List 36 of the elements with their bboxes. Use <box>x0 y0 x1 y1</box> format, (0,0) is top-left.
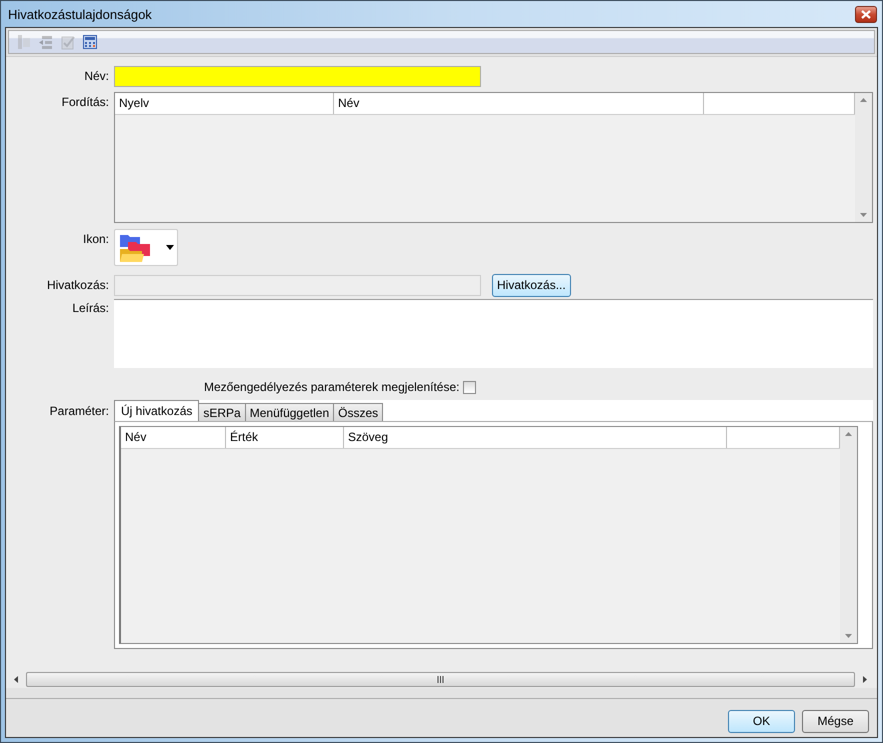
link-label: Hivatkozás: <box>46 278 110 292</box>
scroll-right-icon[interactable] <box>863 676 867 683</box>
scroll-down-icon[interactable] <box>860 213 867 217</box>
tab[interactable]: Összes <box>333 403 384 421</box>
column-header[interactable]: Érték <box>226 427 344 448</box>
column-header[interactable]: Szöveg <box>344 427 727 448</box>
cancel-button[interactable]: Mégse <box>802 710 869 732</box>
tab[interactable]: Menüfüggetlen <box>244 403 334 421</box>
vertical-scrollbar[interactable] <box>855 93 872 222</box>
description-label: Leírás: <box>71 300 110 315</box>
column-header[interactable]: Név <box>334 93 704 114</box>
column-header[interactable]: Név <box>121 427 226 448</box>
caret-icon <box>166 245 174 250</box>
column-header[interactable]: Nyelv <box>115 93 334 114</box>
close-icon <box>861 10 871 18</box>
tab[interactable]: sERPa <box>198 403 246 421</box>
parameter-label: Paraméter: <box>48 403 110 418</box>
icon-dropdown[interactable] <box>114 229 178 266</box>
scroll-down-icon[interactable] <box>845 634 852 638</box>
icon-label: Ikon: <box>82 231 110 246</box>
field-permission-label: Mezőengedélyezés paraméterek megjelenítése: <box>204 380 460 394</box>
vertical-scrollbar[interactable] <box>840 427 857 643</box>
description-field[interactable] <box>114 299 873 368</box>
checkbox[interactable] <box>463 380 476 394</box>
tab[interactable]: Új hivatkozás <box>114 400 200 421</box>
close-button[interactable] <box>855 6 877 22</box>
calculator-icon[interactable] <box>81 33 99 51</box>
scroll-up-icon[interactable] <box>845 432 852 436</box>
window-title: Hivatkozástulajdonságok <box>7 6 152 22</box>
ok-button[interactable]: OK <box>728 710 795 732</box>
scroll-up-icon[interactable] <box>860 98 867 102</box>
name-label: Név: <box>83 68 110 83</box>
translation-label: Fordítás: <box>60 94 110 109</box>
grip-icon <box>437 676 444 683</box>
name-field[interactable] <box>114 66 481 87</box>
scroll-left-icon[interactable] <box>14 676 18 683</box>
